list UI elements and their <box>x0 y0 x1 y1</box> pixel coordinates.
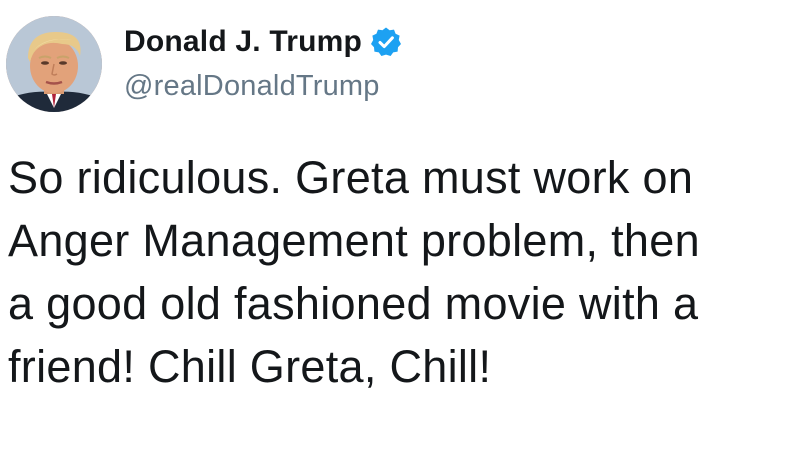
author-display-name[interactable]: Donald J. Trump <box>124 25 362 59</box>
author-avatar[interactable] <box>6 16 102 112</box>
tweet-text-line: So ridiculous. Greta must work on <box>8 152 694 203</box>
avatar-image <box>6 16 102 112</box>
tweet-text-line: a good old fashioned movie with a <box>8 278 699 329</box>
author-name-row[interactable]: Donald J. Trump <box>124 20 402 64</box>
tweet-text: So ridiculous. Greta must work on Anger … <box>8 146 800 398</box>
tweet-text-line: Anger Management problem, then <box>8 215 700 266</box>
author-handle[interactable]: @realDonaldTrump <box>124 70 380 103</box>
verified-badge-icon <box>370 26 402 58</box>
tweet-card: Donald J. Trump @realDonaldTrump So ridi… <box>0 0 800 450</box>
tweet-text-line: friend! Chill Greta, Chill! <box>8 341 492 392</box>
